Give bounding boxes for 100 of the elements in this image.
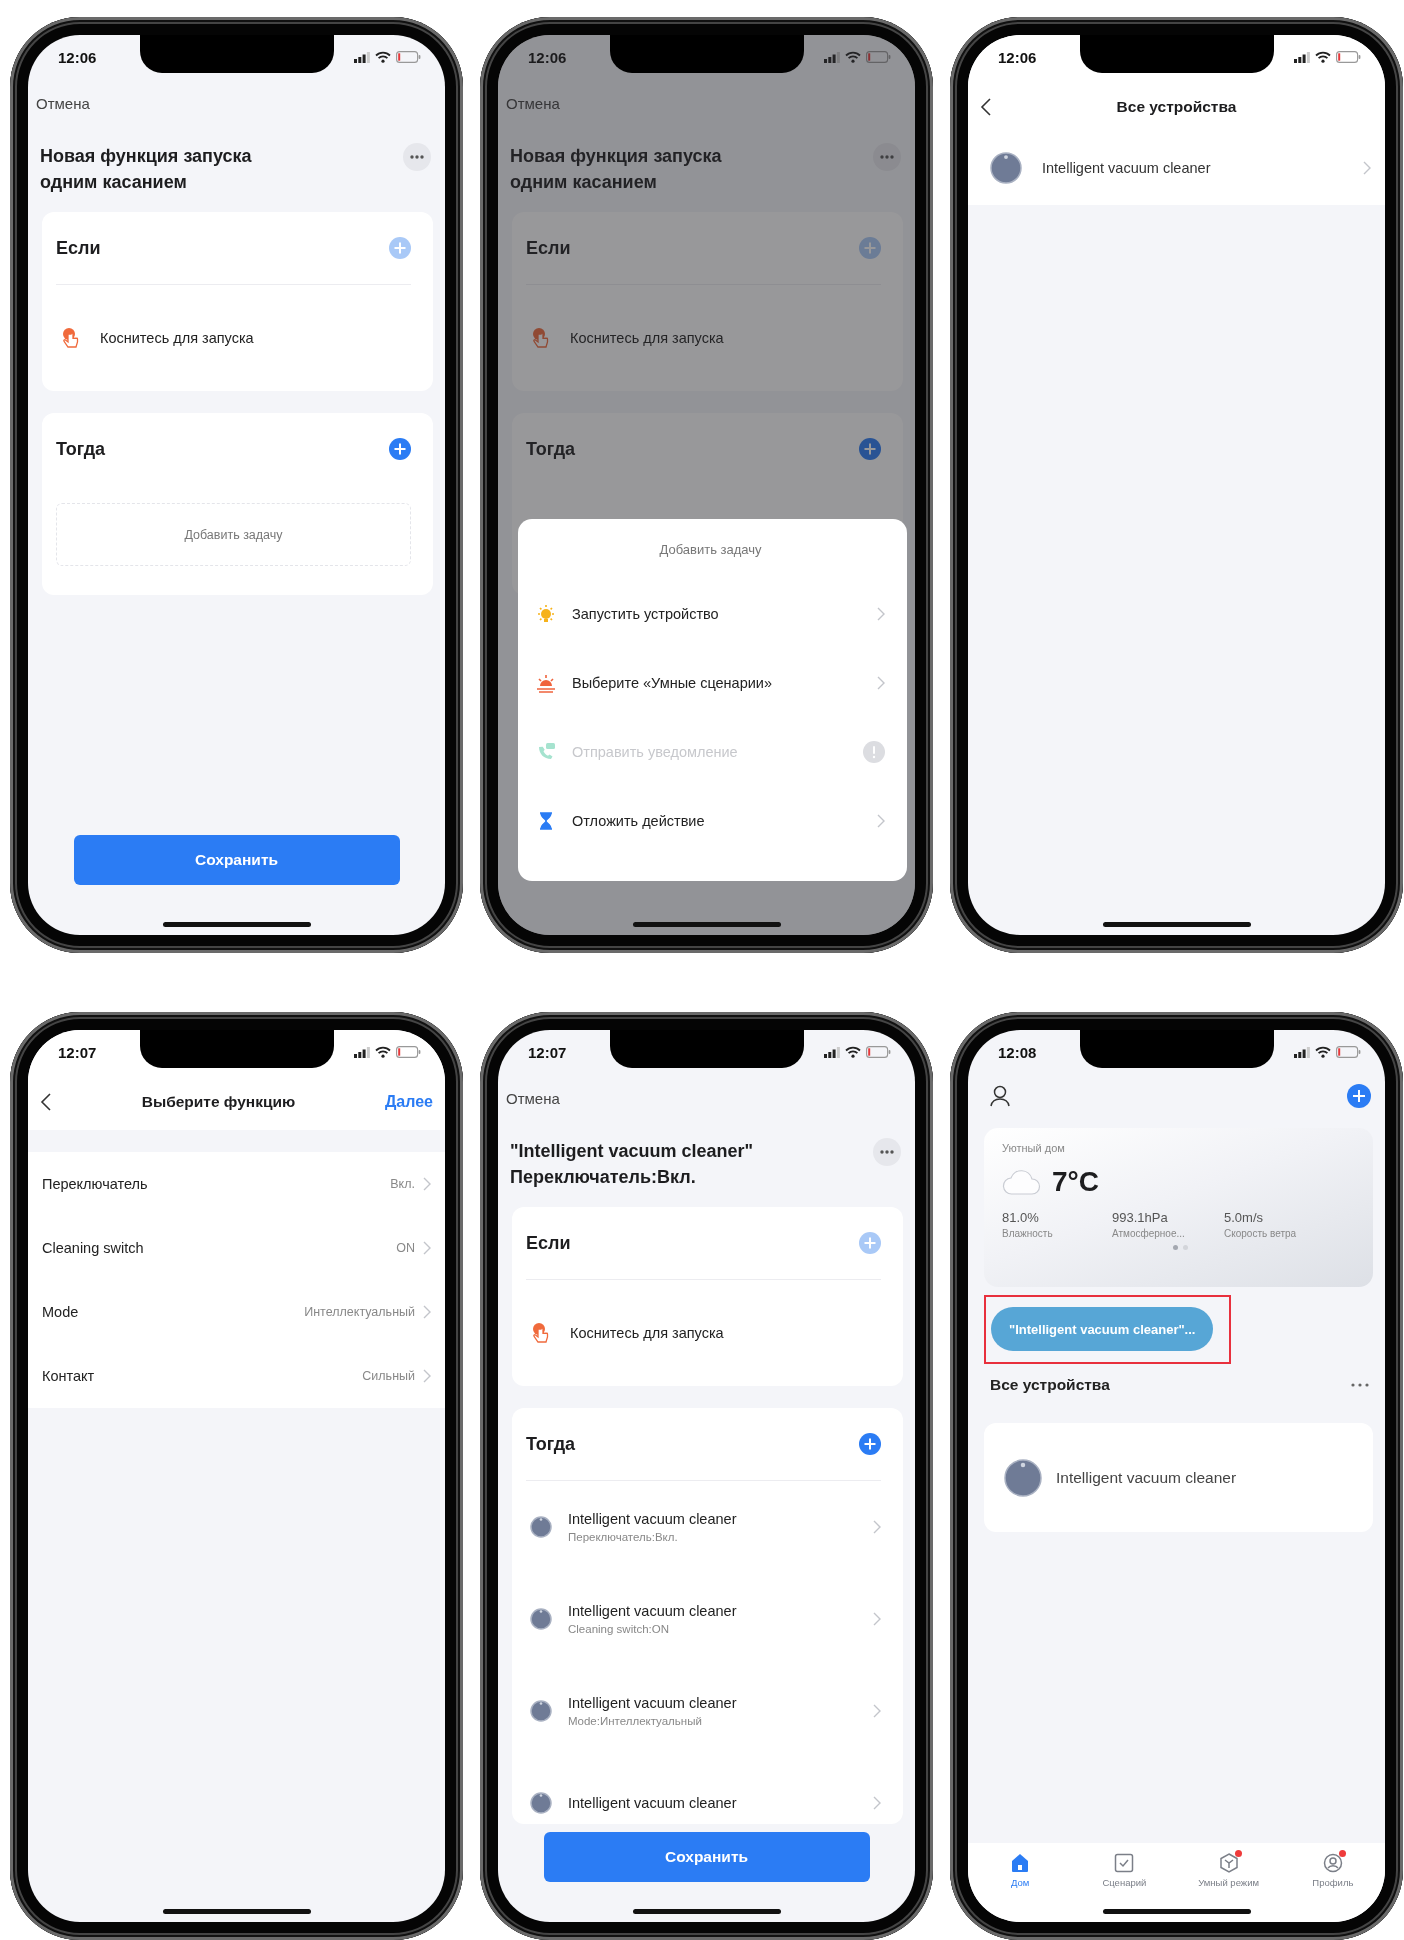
page-dot[interactable] xyxy=(1173,1245,1178,1250)
screen-title: Все устройства xyxy=(1116,98,1237,116)
battery-icon xyxy=(1336,51,1361,63)
condition-label[interactable]: Коснитесь для запуска xyxy=(570,330,724,346)
chevron-icon xyxy=(423,1369,431,1383)
function-value[interactable]: Вкл. xyxy=(390,1177,415,1191)
tab-item[interactable]: Дом xyxy=(968,1853,1073,1922)
function-name[interactable]: Переключатель xyxy=(42,1176,391,1192)
tap-hand-icon xyxy=(60,327,80,349)
screen-title: Выберите функцию xyxy=(141,1093,296,1111)
stat-label: Скорость ветра xyxy=(1224,1228,1298,1239)
wifi-icon xyxy=(845,51,861,63)
user-icon[interactable] xyxy=(990,1085,1010,1107)
cancel-link[interactable]: Отмена xyxy=(36,93,90,115)
chevron-icon xyxy=(1363,161,1371,175)
option-label: Отправить уведомление xyxy=(572,743,739,760)
section-heading: Если xyxy=(526,1232,571,1254)
battery-icon xyxy=(396,1046,421,1058)
stat-label: Атмосферное... xyxy=(1112,1228,1186,1239)
section-title: Все устройства xyxy=(990,1376,1110,1394)
function-name[interactable]: Cleaning switch xyxy=(42,1240,397,1256)
stat-value: 993.1hPa xyxy=(1112,1210,1169,1225)
section-heading: Если xyxy=(526,237,571,259)
task-device-name[interactable]: Intelligent vacuum cleaner xyxy=(568,1601,873,1621)
robot-vacuum-icon xyxy=(530,1516,552,1538)
battery-icon xyxy=(866,1046,891,1058)
wifi-icon xyxy=(1315,1046,1331,1058)
cancel-link[interactable]: Отмена xyxy=(506,1088,560,1110)
function-value[interactable]: ON xyxy=(396,1241,415,1255)
option-label[interactable]: Запустить устройство xyxy=(572,605,877,622)
tab-item[interactable]: Умный режим xyxy=(1176,1853,1281,1922)
function-value[interactable]: Сильный xyxy=(362,1369,415,1383)
add-icon[interactable] xyxy=(1347,1084,1371,1108)
add-icon[interactable] xyxy=(859,438,881,460)
device-card[interactable]: Intelligent vacuum cleaner xyxy=(984,1423,1373,1532)
signal-icon xyxy=(354,51,370,63)
add-icon[interactable] xyxy=(859,1433,881,1455)
cancel-link[interactable]: Отмена xyxy=(506,93,560,115)
battery-icon xyxy=(866,51,891,63)
tab-item[interactable]: Сценарий xyxy=(1072,1853,1177,1922)
chevron-icon xyxy=(873,1704,881,1718)
checklist-icon xyxy=(1114,1853,1135,1873)
back-icon[interactable] xyxy=(980,97,992,117)
section-heading: Если xyxy=(56,237,101,259)
chevron-icon xyxy=(423,1305,431,1319)
screen-title: Новая функция запуска одним касанием xyxy=(40,145,252,194)
robot-vacuum-icon xyxy=(530,1608,552,1630)
wifi-icon xyxy=(375,51,391,63)
signal-icon xyxy=(824,1046,840,1058)
robot-vacuum-icon xyxy=(530,1792,552,1814)
stat-value: 5.0m/s xyxy=(1224,1210,1264,1225)
sheet-title: Добавить задачу xyxy=(658,540,763,559)
wifi-icon xyxy=(845,1046,861,1058)
task-device-name[interactable]: Intelligent vacuum cleaner xyxy=(568,1793,873,1813)
option-label[interactable]: Выберите «Умные сценарии» xyxy=(572,674,877,691)
stat-label: Влажность xyxy=(1002,1228,1054,1239)
screen-title: "Intelligent vacuum cleaner" Переключатель:Вкл. xyxy=(510,1140,754,1189)
function-value[interactable]: Интеллектуальный xyxy=(304,1305,415,1319)
phone-message-icon xyxy=(536,741,556,762)
condition-label[interactable]: Коснитесь для запуска xyxy=(100,330,254,346)
more-icon[interactable] xyxy=(403,143,431,171)
tap-hand-icon xyxy=(530,1322,550,1344)
signal-icon xyxy=(354,1046,370,1058)
more-icon[interactable] xyxy=(1351,1383,1369,1387)
back-icon[interactable] xyxy=(40,1092,52,1112)
chevron-icon xyxy=(873,1796,881,1810)
next-link[interactable]: Далее xyxy=(384,1093,433,1111)
robot-vacuum-icon xyxy=(990,152,1022,184)
page-dot[interactable] xyxy=(1183,1245,1188,1250)
tab-item[interactable]: Профиль xyxy=(1280,1853,1385,1922)
signal-icon xyxy=(1294,1046,1310,1058)
add-task-field[interactable]: Добавить задачу xyxy=(56,503,411,566)
chevron-icon xyxy=(873,1520,881,1534)
save-button[interactable]: Сохранить xyxy=(73,835,400,885)
device-row[interactable]: Intelligent vacuum cleaner xyxy=(968,135,1385,201)
chevron-icon xyxy=(877,813,885,828)
stat-value: 81.0% xyxy=(1002,1210,1040,1225)
task-device-name[interactable]: Intelligent vacuum cleaner xyxy=(568,1693,873,1713)
chevron-icon xyxy=(423,1241,431,1255)
status-time: 12:06 xyxy=(58,48,97,66)
wifi-icon xyxy=(375,1046,391,1058)
screen-title: Новая функция запуска одним касанием xyxy=(510,145,722,194)
more-icon[interactable] xyxy=(873,1138,901,1166)
option-label[interactable]: Отложить действие xyxy=(572,812,877,829)
robot-vacuum-icon xyxy=(530,1700,552,1722)
task-device-name[interactable]: Intelligent vacuum cleaner xyxy=(568,1509,873,1529)
task-detail: Переключатель:Вкл. xyxy=(568,1530,679,1545)
chevron-icon xyxy=(873,1612,881,1626)
add-icon[interactable] xyxy=(389,438,411,460)
signal-icon xyxy=(1294,51,1310,63)
save-button[interactable]: Сохранить xyxy=(543,1832,870,1882)
chevron-icon xyxy=(423,1177,431,1191)
chevron-icon xyxy=(877,606,885,621)
function-name[interactable]: Контакт xyxy=(42,1368,363,1384)
battery-icon xyxy=(396,51,421,63)
section-heading: Тогда xyxy=(56,438,106,460)
condition-label[interactable]: Коснитесь для запуска xyxy=(570,1325,724,1341)
temperature: 7°C xyxy=(1052,1166,1099,1198)
alert-icon xyxy=(863,740,885,763)
function-name[interactable]: Mode xyxy=(42,1304,305,1320)
